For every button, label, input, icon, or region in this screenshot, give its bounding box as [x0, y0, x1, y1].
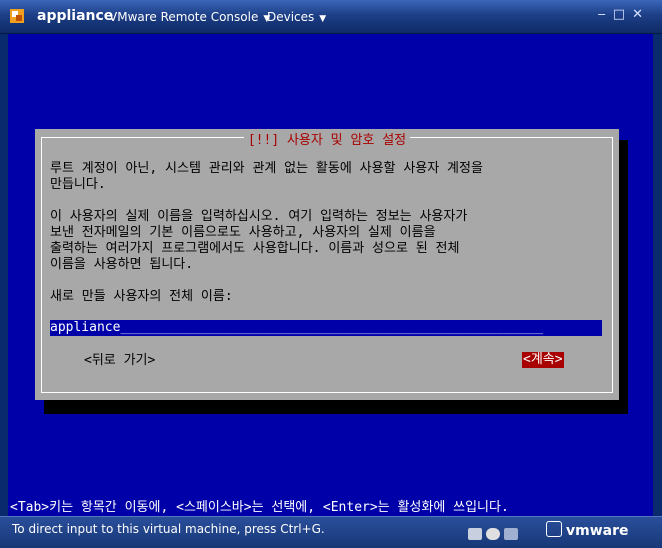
vmware-brand-text: vmware	[566, 523, 629, 539]
dialog-title: [!!] 사용자 및 암호 설정	[243, 133, 411, 148]
menu-devices[interactable]: Devices ▼	[267, 10, 326, 24]
menu-vmware-remote-console[interactable]: VMware Remote Console ▼	[109, 10, 270, 24]
vmrc-app-icon	[10, 9, 24, 23]
keyboard-help-line: <Tab>키는 항목간 이동에, <스페이스바>는 선택에, <Enter>는 …	[10, 500, 509, 515]
dialog-title-row: [!!] 사용자 및 암호 설정	[35, 129, 619, 148]
vmware-logo: vmware	[546, 521, 629, 539]
menu-label: Devices	[267, 10, 315, 24]
full-name-prompt: 새로 만들 사용자의 전체 이름:	[50, 289, 233, 304]
full-name-input[interactable]: appliance_______________________________…	[50, 320, 602, 336]
hard-disk-icon[interactable]	[468, 527, 482, 540]
full-name-value: appliance	[50, 320, 121, 335]
vmrc-window: appliance VMware Remote Console ▼ Devices…	[0, 0, 662, 548]
vmware-logo-icon	[546, 521, 562, 537]
close-icon[interactable]: ✕	[632, 7, 650, 22]
cd-rom-icon[interactable]	[486, 527, 500, 540]
status-bar: To direct input to this virtual machine,…	[0, 516, 662, 548]
minimize-icon[interactable]: ‒	[598, 7, 613, 22]
go-back-button[interactable]: <뒤로 가기>	[84, 353, 155, 369]
status-message: To direct input to this virtual machine,…	[12, 522, 325, 536]
installer-dialog: [!!] 사용자 및 암호 설정 루트 계정이 아닌, 시스템 관리와 관계 없…	[35, 129, 619, 400]
network-icon[interactable]	[504, 527, 518, 540]
continue-button[interactable]: <계속>	[522, 352, 564, 368]
chevron-down-icon: ▼	[319, 14, 327, 24]
window-controls: ‒□✕	[598, 7, 650, 22]
title-bar[interactable]: appliance VMware Remote Console ▼ Devices…	[0, 0, 662, 34]
dialog-description-text: 이 사용자의 실제 이름을 입력하십시오. 여기 입력하는 정보는 사용자가 보…	[50, 209, 468, 272]
maximize-icon[interactable]: □	[613, 7, 632, 22]
app-title: appliance	[37, 8, 114, 24]
device-icons	[468, 523, 522, 542]
dialog-intro-text: 루트 계정이 아닌, 시스템 관리와 관계 없는 활동에 사용할 사용자 계정을…	[50, 161, 483, 192]
menu-label: VMware Remote Console	[109, 10, 259, 24]
input-fill: ________________________________________…	[120, 320, 544, 335]
